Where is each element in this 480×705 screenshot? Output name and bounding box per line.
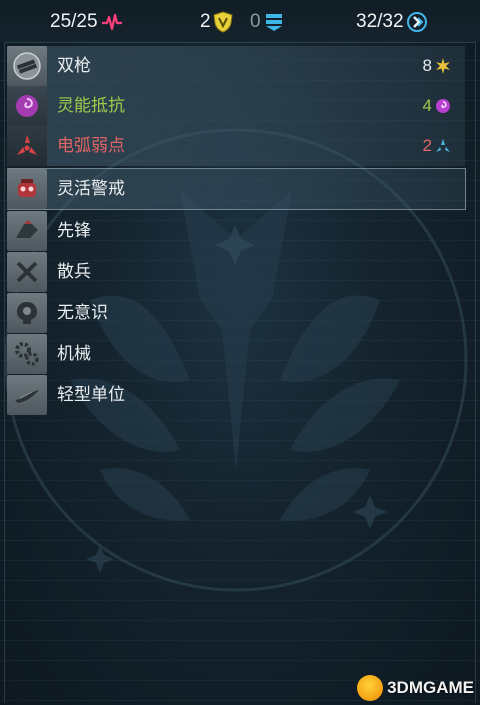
trait-label: 机械: [57, 344, 91, 364]
psionic-icon: [7, 86, 47, 126]
time-units-stat: 32/32: [356, 10, 428, 34]
trait-value: 8: [423, 55, 451, 77]
trait-row-mindless[interactable]: 无意识: [7, 293, 465, 333]
trait-label: 无意识: [57, 303, 108, 323]
shield-icon: [213, 11, 233, 33]
watermark-logo-icon: [357, 675, 384, 701]
vanguard-icon: [7, 211, 47, 251]
trait-label: 轻型单位: [57, 385, 125, 405]
trait-label: 灵能抵抗: [57, 96, 125, 116]
arc-icon: [7, 126, 47, 166]
mechanical-icon: [7, 334, 47, 374]
psionic-swirl-icon: [436, 99, 450, 113]
trait-row-dual-guns[interactable]: 双枪 8: [7, 46, 465, 86]
shield-value: 2: [200, 11, 211, 32]
trait-label: 电弧弱点: [57, 136, 125, 156]
arc-small-icon: [436, 139, 450, 152]
trait-row-mechanical[interactable]: 机械: [7, 334, 465, 374]
health-value: 25/25: [50, 11, 98, 32]
time-units-value: 32/32: [356, 11, 404, 32]
trait-row-psionic-resistance[interactable]: 灵能抵抗 4: [7, 86, 465, 126]
dash-arrow-icon: [406, 12, 427, 32]
trait-value: 4: [423, 95, 451, 117]
skirmisher-icon: [7, 252, 47, 292]
armor-icon: [265, 14, 282, 31]
trait-row-arc-weakness[interactable]: 电弧弱点 2: [7, 126, 465, 166]
trait-value-number: 8: [422, 56, 432, 75]
health-stat: 25/25: [50, 10, 123, 34]
trait-value-number: 2: [422, 136, 432, 155]
light-unit-icon: [7, 375, 47, 415]
burst-icon: [436, 58, 450, 74]
trait-label: 灵活警戒: [57, 179, 125, 199]
armor-stat: 0: [250, 10, 283, 34]
status-bar: 25/25 2 0 32/32: [0, 0, 480, 42]
dual-guns-icon: [7, 46, 47, 86]
trait-row-vanguard[interactable]: 先锋: [7, 211, 465, 251]
trait-value: 2: [423, 135, 451, 157]
trait-row-flexible-overwatch[interactable]: 灵活警戒: [7, 168, 466, 210]
watermark-text: 3DMGAME: [387, 678, 474, 697]
trait-value-number: 4: [422, 96, 432, 115]
heartbeat-icon: [101, 13, 122, 31]
shield-stat: 2: [200, 10, 233, 34]
trait-label: 先锋: [57, 221, 91, 241]
trait-row-light-unit[interactable]: 轻型单位: [7, 375, 465, 415]
armor-value: 0: [250, 11, 261, 32]
trait-label: 双枪: [57, 56, 91, 76]
mindless-icon: [7, 293, 47, 333]
overwatch-icon: [7, 169, 47, 209]
site-watermark: 3DMGAME: [357, 675, 474, 701]
trait-row-skirmisher[interactable]: 散兵: [7, 252, 465, 292]
trait-label: 散兵: [57, 262, 91, 282]
